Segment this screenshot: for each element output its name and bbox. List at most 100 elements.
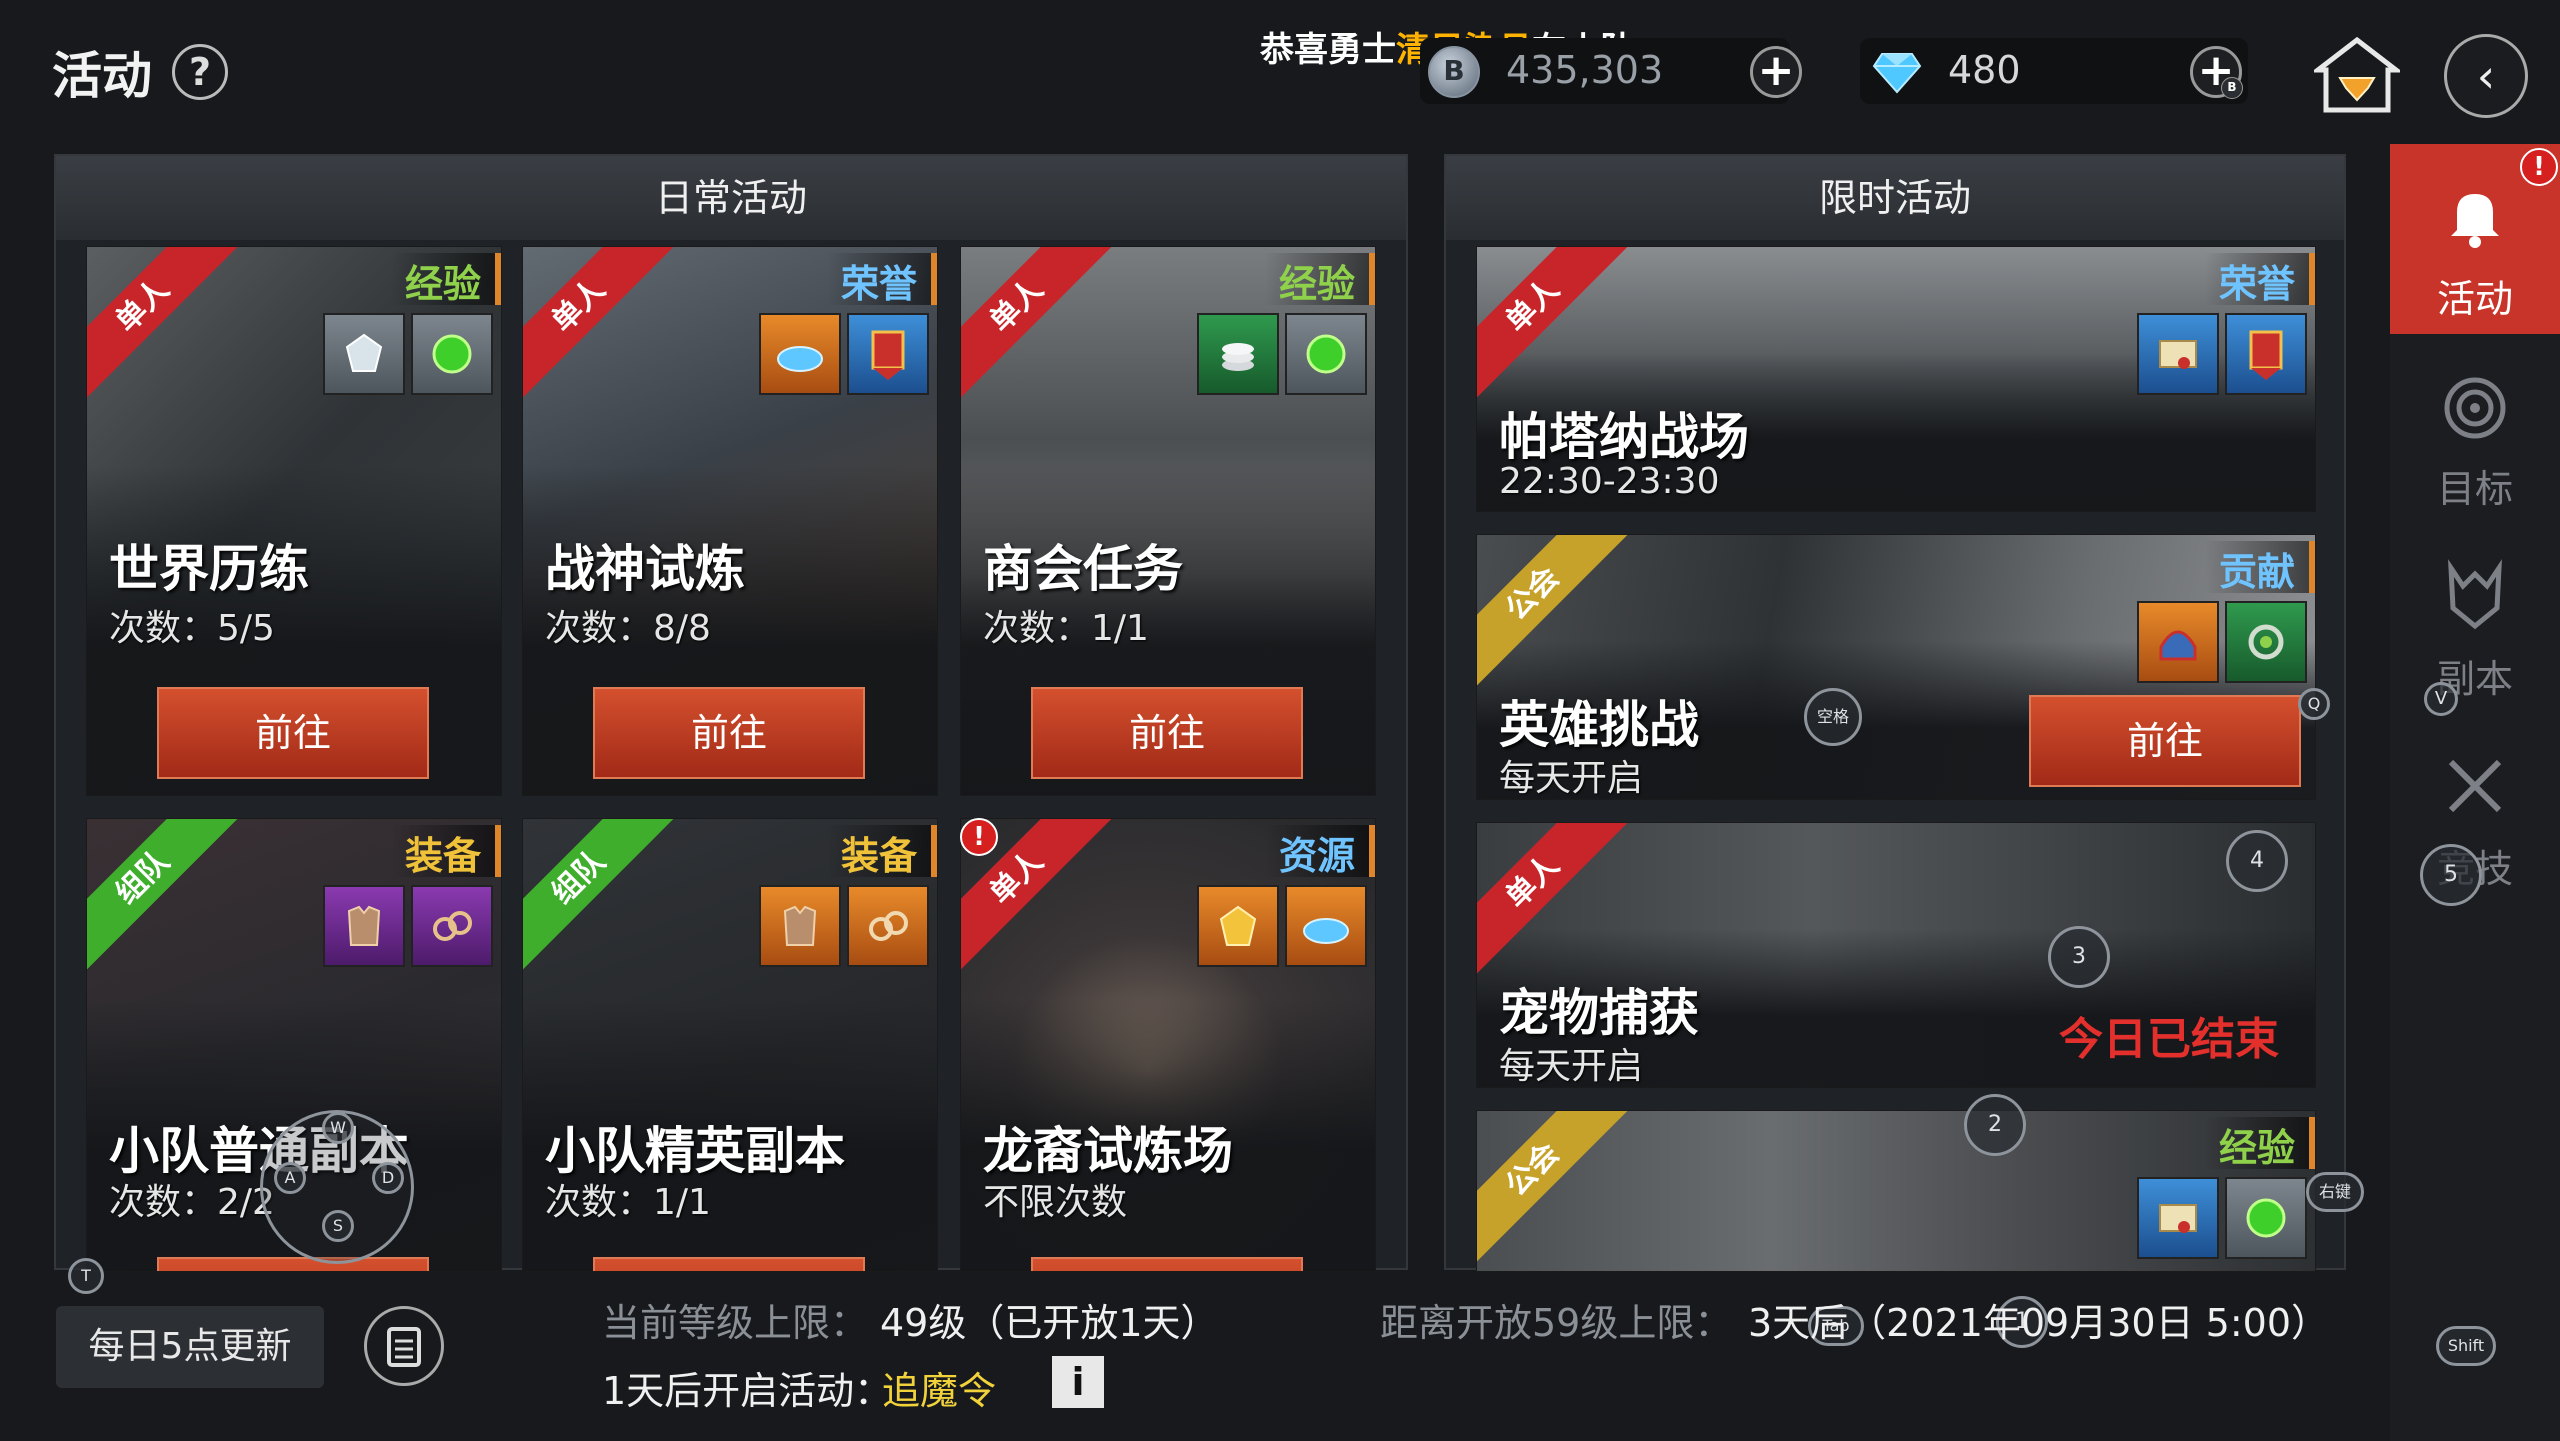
activity-card-war-god-trial[interactable]: 单人 荣誉 战神试炼 次数：8/8 前往 bbox=[522, 246, 938, 796]
silver-coins-icon bbox=[1197, 313, 1279, 395]
key-hint-space: 空格 bbox=[1804, 688, 1862, 746]
next-cap-value: 3天后（2021年09月30日 5:00） bbox=[1748, 1301, 2330, 1345]
ended-today-status: 今日已结束 bbox=[2059, 1014, 2279, 1065]
armor-icon bbox=[323, 885, 405, 967]
go-button[interactable]: 前往 bbox=[593, 687, 865, 779]
activity-card-world-training[interactable]: 单人 经验 世界历练 次数：5/5 前往 bbox=[86, 246, 502, 796]
blue-crystal-icon bbox=[1285, 885, 1367, 967]
go-button-partial[interactable] bbox=[157, 1257, 429, 1271]
activity-card-dragon-trial-arena[interactable]: 单人 资源 龙裔试炼场 不限次数 bbox=[960, 818, 1376, 1272]
daily-panel-title: 日常活动 bbox=[56, 156, 1406, 240]
crossed-axes-icon bbox=[2448, 759, 2502, 813]
key-hint-t: T bbox=[68, 1258, 104, 1294]
shop-icon[interactable] bbox=[2314, 36, 2400, 114]
notepad-icon bbox=[387, 1327, 421, 1367]
sidebar-item-label: 目标 bbox=[2436, 467, 2513, 511]
card-schedule: 每天开启 bbox=[1499, 758, 1644, 799]
key-hint-3: 3 bbox=[2048, 926, 2110, 988]
card-title: 宠物捕获 bbox=[1499, 984, 1699, 1042]
key-hint-4: 4 bbox=[2226, 830, 2288, 892]
reward-tag: 贡献 bbox=[2204, 541, 2315, 594]
page-title: 活动 bbox=[52, 47, 152, 105]
sidebar-alert-badge: ! bbox=[2520, 148, 2558, 186]
armor-icon bbox=[759, 885, 841, 967]
diamond-icon bbox=[1872, 53, 1922, 94]
honor-banner-icon bbox=[2225, 313, 2307, 395]
key-hint-5: 5 bbox=[2420, 844, 2482, 906]
notes-button[interactable] bbox=[364, 1306, 444, 1386]
gem-counter: 480 + B bbox=[1860, 38, 2248, 104]
activity-card-hero-challenge[interactable]: 公会 贡献 英雄挑战 每天开启 前往 bbox=[1476, 534, 2316, 800]
back-button[interactable]: ‹ bbox=[2444, 34, 2528, 118]
target-icon bbox=[2444, 377, 2506, 439]
sidebar-item-goals[interactable]: 目标 bbox=[2390, 334, 2560, 524]
go-button[interactable]: 前往 bbox=[157, 687, 429, 779]
helmet-icon bbox=[2137, 601, 2219, 683]
exp-orb-icon bbox=[1285, 313, 1367, 395]
reward-tag: 经验 bbox=[1264, 253, 1375, 306]
key-hint-a: A bbox=[274, 1162, 306, 1194]
key-hint-2: 2 bbox=[1964, 1094, 2026, 1156]
key-hint-s: S bbox=[322, 1210, 354, 1242]
go-button-partial[interactable] bbox=[593, 1257, 865, 1271]
add-coin-button[interactable]: + bbox=[1750, 46, 1802, 98]
activity-card-guild-quest[interactable]: 单人 经验 商会任务 次数：1/1 前往 bbox=[960, 246, 1376, 796]
sidebar: 活动 目标 副本 竞技 bbox=[2390, 144, 2560, 1441]
key-hint-v: V bbox=[2424, 682, 2458, 716]
dungeon-icon bbox=[2448, 559, 2502, 630]
alert-badge: ! bbox=[960, 818, 998, 856]
activity-card-patana-battlefield[interactable]: 单人 荣誉 帕塔纳战场 22:30-23:30 bbox=[1476, 246, 2316, 512]
key-hint-q: Q bbox=[2298, 688, 2330, 720]
go-button[interactable]: 前往 bbox=[1031, 687, 1303, 779]
coin-value: 435,303 bbox=[1506, 48, 1664, 92]
key-hint-w: W bbox=[322, 1112, 354, 1144]
reward-tag: 装备 bbox=[826, 825, 937, 878]
add-gem-button[interactable]: + B bbox=[2190, 46, 2243, 99]
reward-tag: 荣誉 bbox=[2204, 253, 2315, 306]
reward-tag: 经验 bbox=[390, 253, 501, 306]
emblem-icon bbox=[2225, 601, 2307, 683]
card-time: 22:30-23:30 bbox=[1499, 461, 1720, 502]
card-title: 商会任务 bbox=[983, 540, 1183, 598]
reward-tag: 荣誉 bbox=[826, 253, 937, 306]
coin-icon: B bbox=[1428, 46, 1480, 98]
reward-tag: 资源 bbox=[1264, 825, 1375, 878]
card-count: 次数：8/8 bbox=[545, 608, 711, 649]
card-count: 次数：2/2 bbox=[109, 1182, 275, 1223]
activity-card-guild-event[interactable]: 公会 经验 bbox=[1476, 1110, 2316, 1272]
key-hint-right-click: 右键 bbox=[2306, 1172, 2364, 1212]
coin-counter: B 435,303 + bbox=[1420, 38, 1802, 104]
activity-card-team-elite-dungeon[interactable]: 组队 装备 小队精英副本 次数：1/1 bbox=[522, 818, 938, 1272]
upcoming-activity-name[interactable]: 追魔令 bbox=[882, 1360, 996, 1415]
info-button[interactable]: i bbox=[1052, 1356, 1104, 1408]
daily-update-label: 每日5点更新 bbox=[56, 1306, 324, 1388]
blue-crystal-icon bbox=[759, 313, 841, 395]
key-hint-d: D bbox=[372, 1162, 404, 1194]
help-button[interactable]: ? bbox=[172, 44, 228, 100]
scroll-icon bbox=[2137, 313, 2219, 395]
next-cap-label: 距离开放59级上限： bbox=[1380, 1301, 1733, 1345]
upcoming-activity-label: 1天后开启活动： bbox=[602, 1369, 893, 1413]
sidebar-item-dungeons[interactable]: 副本 bbox=[2390, 524, 2560, 714]
scroll-icon bbox=[2137, 1177, 2219, 1259]
gem-value: 480 bbox=[1948, 48, 2021, 92]
card-count: 次数：5/5 bbox=[109, 608, 275, 649]
activity-card-pet-capture[interactable]: 单人 宠物捕获 每天开启 今日已结束 bbox=[1476, 822, 2316, 1088]
go-button[interactable]: 前往 bbox=[2029, 695, 2301, 787]
card-count: 次数：1/1 bbox=[545, 1182, 711, 1223]
card-title: 英雄挑战 bbox=[1499, 696, 1699, 754]
card-count: 不限次数 bbox=[983, 1182, 1128, 1223]
ticker-prefix: 恭喜勇士 bbox=[1260, 30, 1396, 70]
reward-tag: 装备 bbox=[390, 825, 501, 878]
honor-banner-icon bbox=[847, 313, 929, 395]
card-schedule: 每天开启 bbox=[1499, 1046, 1644, 1087]
crystal-icon bbox=[323, 313, 405, 395]
ring-icon bbox=[411, 885, 493, 967]
sidebar-item-label: 活动 bbox=[2436, 277, 2513, 321]
go-button-partial[interactable] bbox=[1031, 1257, 1303, 1271]
sidebar-item-label: 副本 bbox=[2436, 657, 2513, 701]
level-cap-label: 当前等级上限： bbox=[602, 1301, 869, 1345]
gold-gem-icon bbox=[1197, 885, 1279, 967]
level-cap-value: 49级（已开放1天） bbox=[880, 1301, 1219, 1345]
card-title: 世界历练 bbox=[109, 540, 309, 598]
